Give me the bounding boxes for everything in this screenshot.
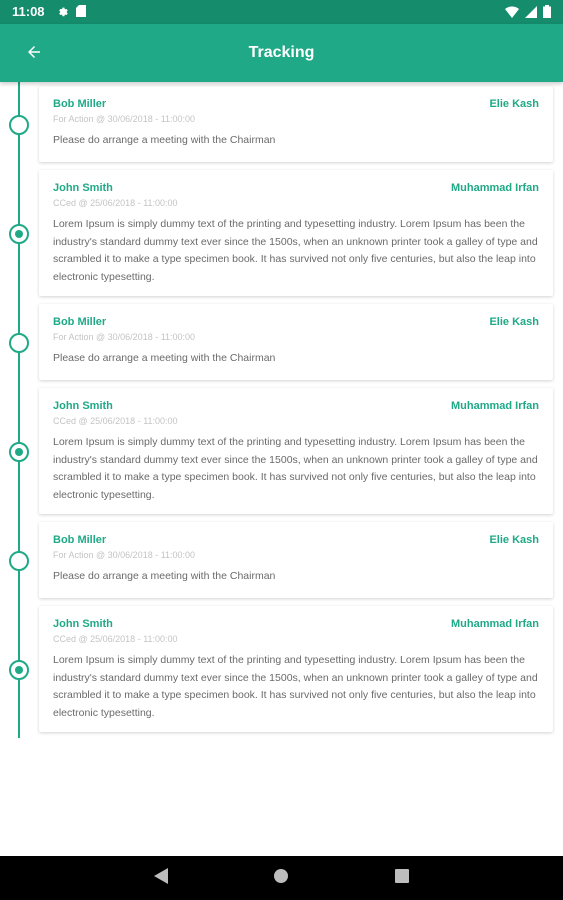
tracking-timeline: Bob Miller Elie Kash For Action @ 30/06/… <box>0 82 563 856</box>
status-time: 11:08 <box>12 4 45 19</box>
timeline-node-filled <box>9 442 29 462</box>
message-text: Please do arrange a meeting with the Cha… <box>53 352 276 364</box>
recipient-name: Elie Kash <box>489 98 539 110</box>
action-meta: For Action @ 30/06/2018 - 11:00:00 <box>53 550 196 560</box>
action-meta: CCed @ 25/06/2018 - 11:00:00 <box>53 416 178 426</box>
tracking-card[interactable]: Bob Miller Elie Kash For Action @ 30/06/… <box>39 304 553 380</box>
status-bar: 11:08 <box>0 0 563 24</box>
timeline-node-open <box>9 115 29 135</box>
home-circle-icon <box>273 868 289 889</box>
tracking-card[interactable]: Bob Miller Elie Kash For Action @ 30/06/… <box>39 86 553 162</box>
sender-name: John Smith <box>53 400 113 412</box>
recipient-name: Elie Kash <box>489 316 539 328</box>
nav-home-button[interactable] <box>272 868 290 889</box>
message-text: Please do arrange a meeting with the Cha… <box>53 570 276 582</box>
app-bar: Tracking <box>0 24 563 82</box>
gear-icon <box>56 4 68 22</box>
page-title: Tracking <box>248 44 315 61</box>
timeline-node-filled <box>9 224 29 244</box>
tracking-card[interactable]: Bob Miller Elie Kash For Action @ 30/06/… <box>39 522 553 598</box>
recipient-name: Muhammad Irfan <box>450 400 539 412</box>
message-text: Please do arrange a meeting with the Cha… <box>53 134 276 146</box>
timeline-node-open <box>9 551 29 571</box>
navigation-bar <box>0 856 563 900</box>
wifi-icon <box>505 5 519 23</box>
recipient-name: Muhammad Irfan <box>450 618 539 630</box>
back-triangle-icon <box>154 867 168 889</box>
recipient-name: Muhammad Irfan <box>450 182 539 194</box>
recents-square-icon <box>395 868 409 888</box>
action-meta: For Action @ 30/06/2018 - 11:00:00 <box>53 332 196 342</box>
timeline-node-filled <box>9 660 29 680</box>
message-text: Lorem Ipsum is simply dummy text of the … <box>53 218 538 283</box>
tracking-card[interactable]: John Smith Muhammad Irfan CCed @ 25/06/2… <box>39 606 553 732</box>
message-text: Lorem Ipsum is simply dummy text of the … <box>53 654 538 719</box>
tracking-card[interactable]: John Smith Muhammad Irfan CCed @ 25/06/2… <box>39 388 553 514</box>
timeline-line <box>18 82 20 738</box>
nav-recents-button[interactable] <box>393 868 411 888</box>
tracking-card[interactable]: John Smith Muhammad Irfan CCed @ 25/06/2… <box>39 170 553 296</box>
recipient-name: Elie Kash <box>489 534 539 546</box>
sender-name: John Smith <box>53 618 113 630</box>
action-meta: For Action @ 30/06/2018 - 11:00:00 <box>53 114 196 124</box>
action-meta: CCed @ 25/06/2018 - 11:00:00 <box>53 634 178 644</box>
sd-card-icon <box>76 4 86 22</box>
message-text: Lorem Ipsum is simply dummy text of the … <box>53 436 538 501</box>
sender-name: Bob Miller <box>53 534 107 546</box>
nav-back-button[interactable] <box>152 867 170 889</box>
timeline-node-open <box>9 333 29 353</box>
sender-name: Bob Miller <box>53 316 107 328</box>
sender-name: John Smith <box>53 182 113 194</box>
signal-icon <box>525 5 537 23</box>
battery-icon <box>543 5 551 23</box>
sender-name: Bob Miller <box>53 98 107 110</box>
action-meta: CCed @ 25/06/2018 - 11:00:00 <box>53 198 178 208</box>
